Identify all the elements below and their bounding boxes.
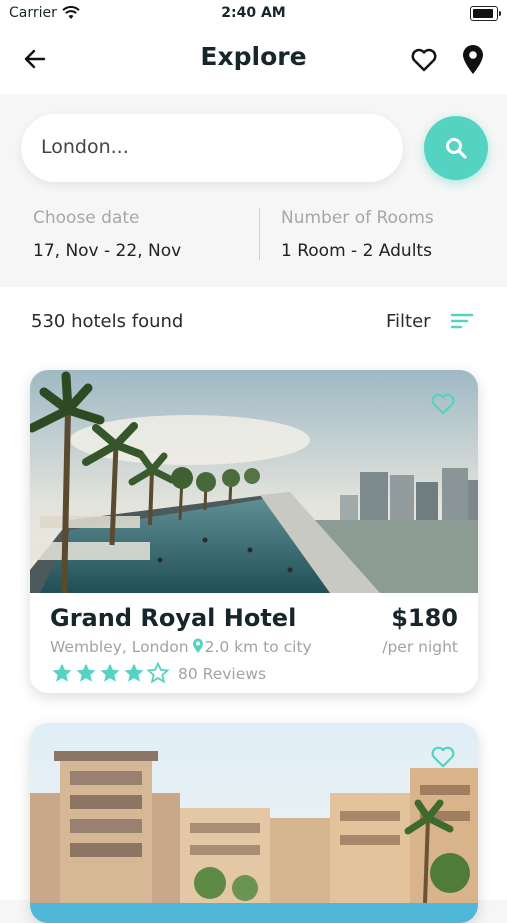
review-count: 80 Reviews: [178, 665, 267, 683]
rooms-picker[interactable]: 1 Room - 2 Adults: [281, 241, 432, 261]
search-icon: [446, 138, 467, 159]
hotel-photo: [30, 723, 478, 923]
price-unit: /per night: [382, 638, 458, 656]
star-icon: [100, 663, 120, 682]
search-input[interactable]: London...: [21, 114, 403, 182]
favorite-heart-icon[interactable]: [430, 392, 456, 420]
search-section: London... Choose date 17, Nov - 22, Nov …: [0, 94, 507, 287]
location-pin-icon: [192, 638, 204, 658]
hotel-card[interactable]: [30, 723, 478, 923]
star-rating: [51, 662, 173, 688]
star-icon: [76, 663, 96, 682]
search-button[interactable]: [424, 116, 488, 180]
hotel-distance: 2.0 km to city: [204, 638, 312, 656]
status-bar: Carrier 2:40 AM: [0, 0, 507, 28]
star-icon: [124, 663, 144, 682]
map-pin-icon[interactable]: [460, 44, 486, 80]
hotel-photo: [30, 370, 478, 593]
hotel-location: Wembley, London: [50, 638, 189, 656]
hotel-card[interactable]: Grand Royal Hotel $180 Wembley, London 2.…: [30, 370, 478, 693]
date-label: Choose date: [33, 208, 140, 228]
half-star-icon: [147, 662, 169, 683]
date-picker[interactable]: 17, Nov - 22, Nov: [33, 241, 181, 261]
top-app-bar: Explore: [0, 28, 507, 94]
filter-icon[interactable]: [450, 312, 474, 334]
search-placeholder: London...: [41, 136, 129, 158]
hotel-address: Wembley, London 2.0 km to city: [50, 638, 312, 658]
star-icon: [52, 663, 72, 682]
hotel-price: $180: [391, 604, 458, 632]
favorites-heart-icon[interactable]: [410, 47, 438, 77]
vertical-divider: [259, 208, 260, 260]
results-list: 530 hotels found Filter Grand Royal Hote…: [0, 287, 507, 923]
favorite-heart-icon[interactable]: [430, 745, 456, 773]
filter-button[interactable]: Filter: [386, 311, 431, 332]
rooms-label: Number of Rooms: [281, 208, 434, 228]
hotel-name: Grand Royal Hotel: [50, 604, 297, 632]
status-time: 2:40 AM: [221, 5, 286, 21]
battery-icon: [470, 6, 501, 21]
results-count: 530 hotels found: [31, 311, 184, 332]
